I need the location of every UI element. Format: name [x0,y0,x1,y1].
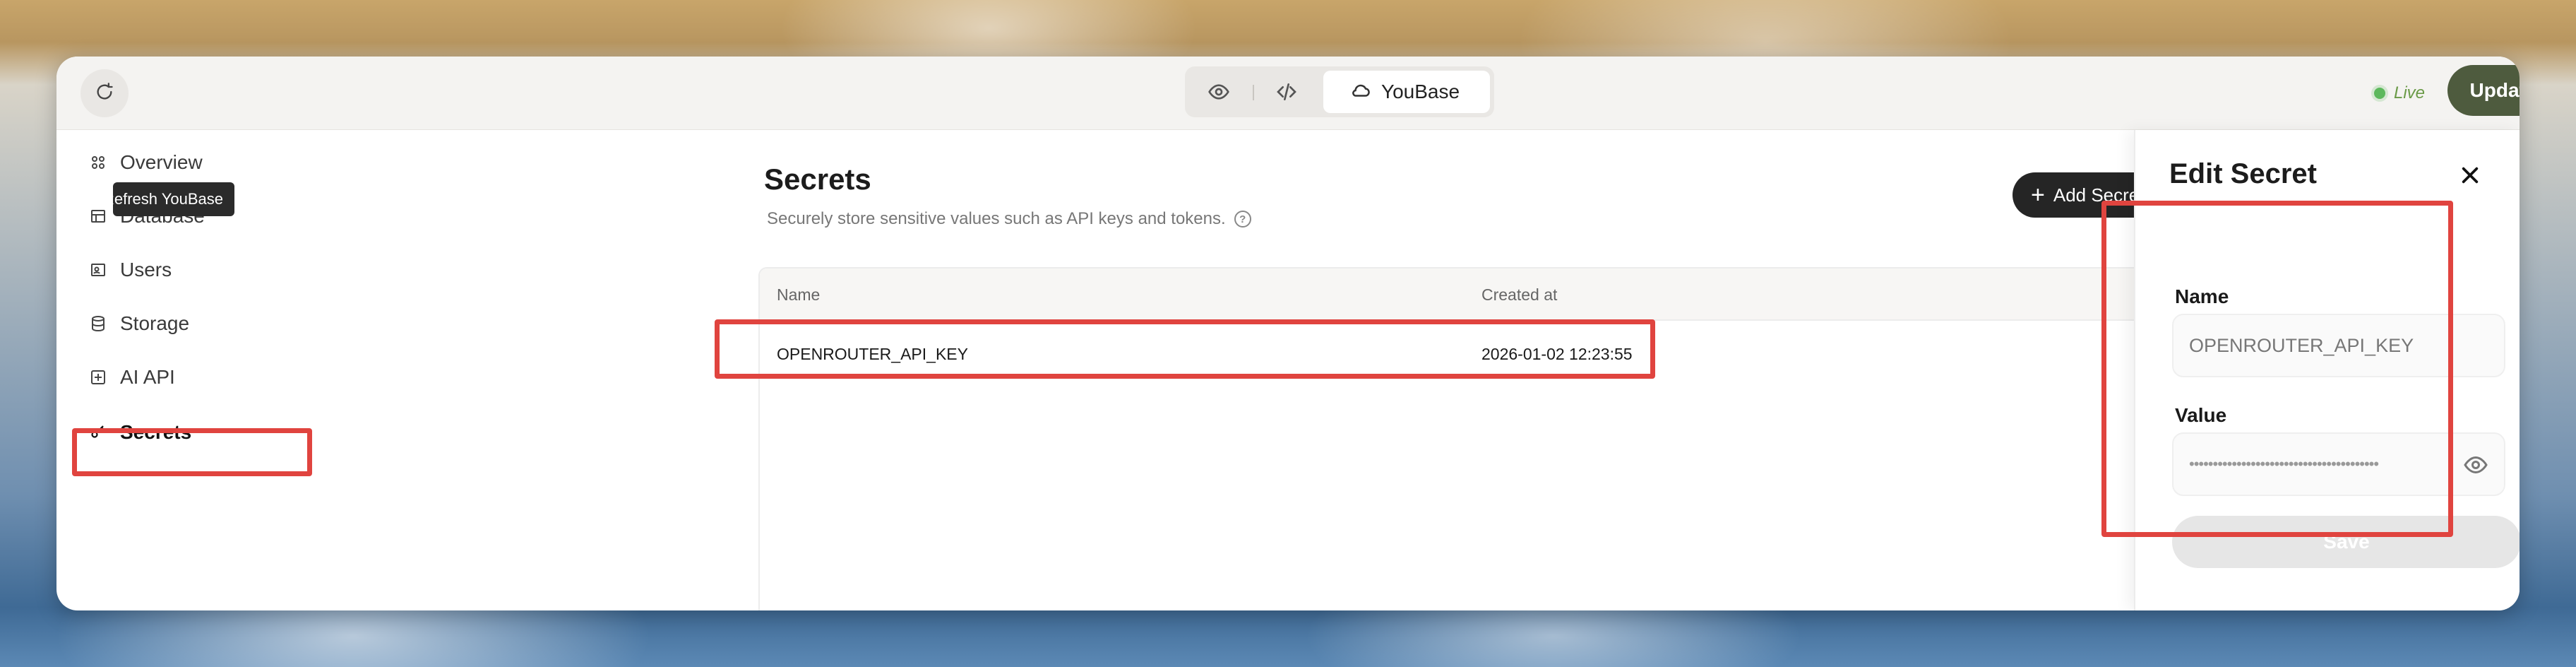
tab-youbase-label: YouBase [1381,81,1460,102]
edit-secret-panel: Edit Secret Name OPENROUTER_API_KEY Valu… [2134,130,2520,610]
grid-icon [89,153,107,172]
live-dot-icon [2374,88,2385,99]
live-status: Live [2374,83,2425,103]
panel-title: Edit Secret [2169,158,2317,189]
refresh-button[interactable] [80,69,129,117]
column-header-name: Name [777,285,821,304]
column-header-created-at: Created at [1481,285,1558,304]
masked-value: •••••••••••••••••••••••••••••••••••••••• [2189,455,2379,473]
sidebar-item-users[interactable]: Users [89,249,172,291]
sidebar-item-label: Storage [120,312,190,334]
key-icon [89,423,107,442]
sidebar-item-storage[interactable]: Storage [89,302,189,345]
page-title: Secrets [764,163,871,196]
update-button[interactable]: Update [2447,65,2520,116]
sidebar-item-overview[interactable]: Overview [89,141,203,184]
sidebar-item-ai-api[interactable]: AI API [89,356,175,399]
name-value: OPENROUTER_API_KEY [2189,334,2414,356]
save-button[interactable]: Save [2172,516,2520,568]
value-field[interactable]: •••••••••••••••••••••••••••••••••••••••• [2172,432,2505,496]
sidebar-item-secrets[interactable]: Secrets [89,411,315,454]
created-at-cell: 2026-01-02 12:23:55 [1481,345,1633,363]
table-header: Name Created at [760,268,2240,321]
app-window: YouBase Live Update Refresh YouBase Over… [56,57,2520,610]
segment-divider [1253,85,1254,100]
tab-youbase[interactable]: YouBase [1323,71,1490,113]
page-subtitle: Securely store sensitive values such as … [767,209,1251,229]
cloud-icon [1350,80,1371,105]
sidebar-item-label: Secrets [120,421,192,443]
close-icon[interactable] [2455,160,2486,191]
add-secret-label: Add Secret [2053,184,2145,206]
sidebar-item-label: Overview [120,151,203,173]
help-icon[interactable]: ? [1234,211,1251,228]
live-label: Live [2394,83,2426,102]
table-row[interactable]: OPENROUTER_API_KEY 2026-01-02 12:23:55 [760,325,2240,382]
sparkle-box-icon [89,368,107,386]
user-card-icon [89,261,107,279]
name-label: Name [2175,285,2229,307]
sidebar-item-label: AI API [120,366,175,388]
name-field[interactable]: OPENROUTER_API_KEY [2172,314,2505,377]
secrets-table: Name Created at OPENROUTER_API_KEY 2026-… [758,267,2241,610]
sidebar-item-label: Users [120,259,172,281]
preview-eye-icon[interactable] [1205,78,1233,106]
top-bar: YouBase Live Update [56,57,2520,130]
refresh-tooltip: Refresh YouBase [113,182,234,216]
code-icon[interactable] [1272,78,1301,106]
view-switcher: YouBase [1185,66,1494,117]
plus-icon: + [2031,181,2045,208]
show-value-eye-icon[interactable] [2462,452,2490,478]
storage-icon [89,314,107,333]
table-icon [89,207,107,225]
refresh-icon [95,82,114,105]
secret-name-cell: OPENROUTER_API_KEY [777,345,968,363]
value-label: Value [2175,404,2227,426]
page-subtitle-text: Securely store sensitive values such as … [767,209,1226,228]
main-content: Secrets Securely store sensitive values … [706,130,2241,610]
